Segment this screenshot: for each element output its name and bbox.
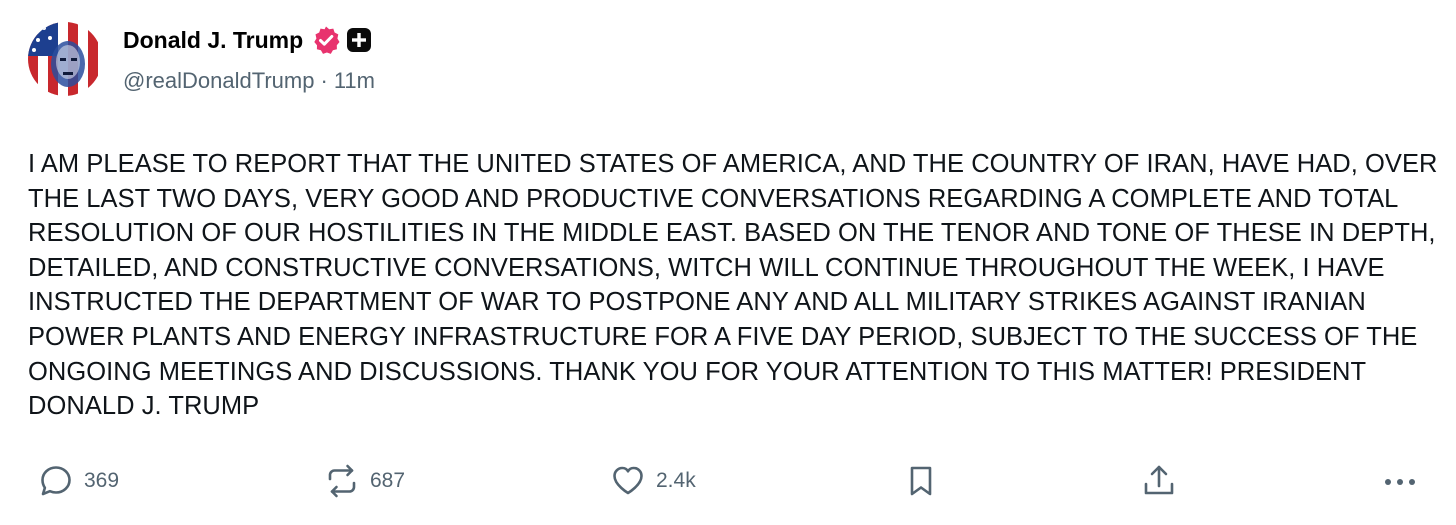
verified-badge-icon: [311, 25, 341, 55]
action-bar: 369 687 2.4k: [0, 458, 1456, 504]
more-button[interactable]: [1380, 458, 1420, 504]
reply-button[interactable]: 369: [38, 458, 119, 504]
plus-badge-icon: [346, 27, 372, 53]
more-dots-icon: [1380, 463, 1420, 499]
bookmark-button[interactable]: [903, 458, 939, 504]
repost-count: 687: [370, 469, 406, 492]
handle-separator: ·: [320, 68, 328, 93]
post-text: I AM PLEASE TO REPORT THAT THE UNITED ST…: [28, 150, 1445, 421]
share-upload-icon: [1141, 463, 1177, 499]
repost-button[interactable]: 687: [324, 458, 405, 504]
post-timestamp[interactable]: 11m: [334, 68, 375, 94]
like-count: 2.4k: [656, 469, 696, 492]
reply-count: 369: [84, 469, 120, 492]
bookmark-icon: [903, 463, 939, 499]
share-button[interactable]: [1141, 458, 1177, 504]
avatar[interactable]: [28, 22, 102, 96]
author-handle[interactable]: @realDonaldTrump: [123, 68, 314, 94]
repost-arrows-icon: [324, 463, 360, 499]
like-button[interactable]: 2.4k: [610, 458, 696, 504]
reply-bubble-icon: [38, 463, 74, 499]
author-name[interactable]: Donald J. Trump: [123, 27, 303, 54]
heart-icon: [610, 463, 646, 499]
